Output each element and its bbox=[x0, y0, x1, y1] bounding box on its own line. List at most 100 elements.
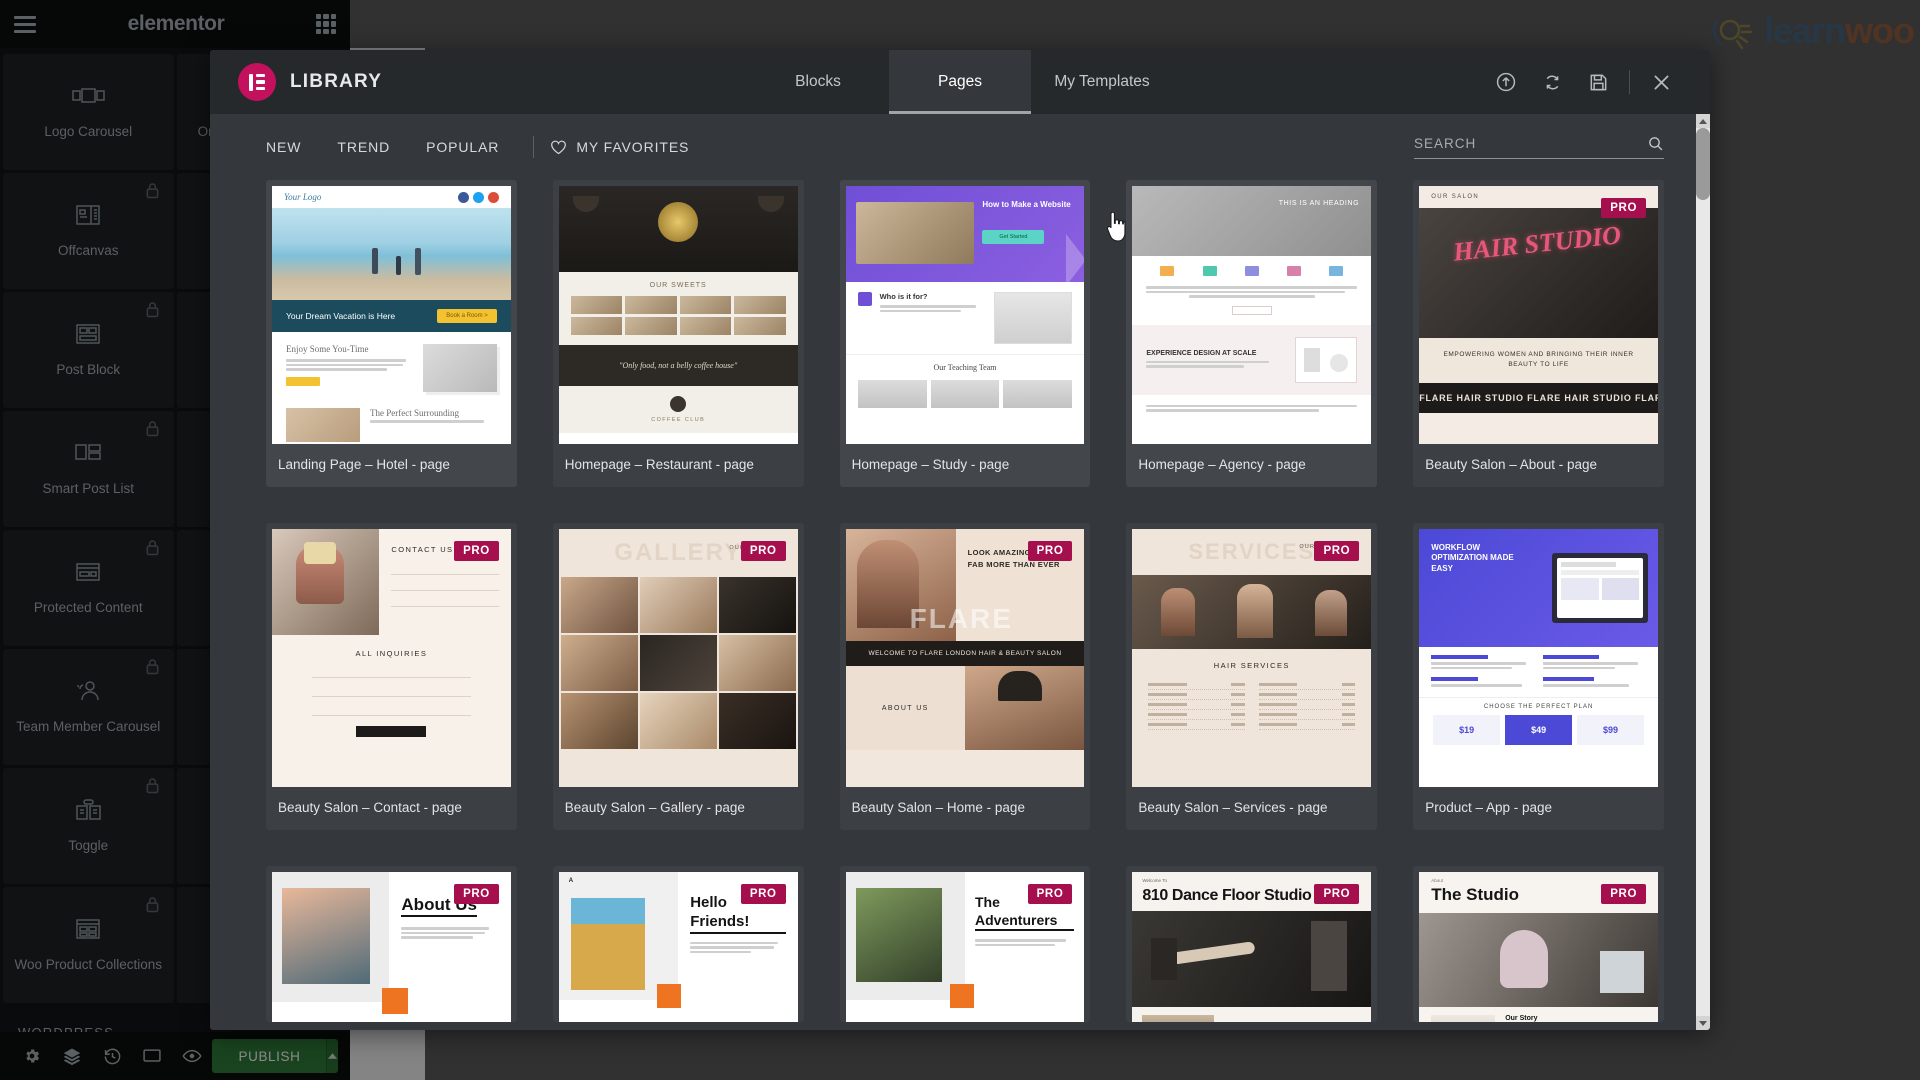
library-tabs: Blocks Pages My Templates bbox=[510, 50, 1410, 114]
library-filter-bar: NEW TREND POPULAR MY FAVORITES bbox=[210, 114, 1710, 180]
heart-icon bbox=[551, 140, 567, 155]
scroll-up-button[interactable] bbox=[1696, 114, 1710, 128]
pro-badge: PRO bbox=[740, 884, 786, 904]
search-input[interactable] bbox=[1414, 136, 1647, 151]
template-grid: Your Logo Your Dream Vacation is Here Bo… bbox=[266, 180, 1664, 1022]
pro-badge: PRO bbox=[1027, 541, 1073, 561]
template-label: Beauty Salon – Contact - page bbox=[278, 800, 462, 815]
library-header: LIBRARY Blocks Pages My Templates bbox=[210, 50, 1710, 114]
template-card[interactable]: PRO SERVICES OUR SERVICES HAIR SERVICES bbox=[1126, 523, 1378, 830]
save-floppy-icon bbox=[1590, 74, 1606, 90]
template-label: Homepage – Restaurant - page bbox=[564, 457, 754, 472]
sync-icon bbox=[1546, 75, 1558, 89]
template-thumbnail[interactable]: OUR SWEETS "Only food, not a belly coffe… bbox=[558, 186, 798, 444]
library-body: NEWTRENDPOPULAR MY FAVORITES Your Logo bbox=[210, 114, 1710, 1030]
template-thumbnail[interactable]: PRO LOOK AMAZING & FEEL FAB MORE THAN EV… bbox=[845, 529, 1085, 787]
template-card[interactable]: PRO CONTACT US ALL INQUIRIES Beauty Salo… bbox=[266, 523, 517, 830]
template-card[interactable]: PRO A Hello Friends! bbox=[552, 866, 804, 1022]
tab-label: Blocks bbox=[795, 73, 841, 90]
template-label: Product – App - page bbox=[1425, 800, 1553, 815]
pro-badge: PRO bbox=[1027, 884, 1073, 904]
template-card[interactable]: WORKFLOW OPTIMIZATION MADE EASY CHOOSE T… bbox=[1413, 523, 1664, 830]
close-modal-button[interactable] bbox=[1638, 50, 1684, 114]
template-library-modal: LIBRARY Blocks Pages My Templates NEW TREND… bbox=[210, 50, 1710, 1030]
scrollbar-thumb[interactable] bbox=[1696, 128, 1710, 200]
template-card[interactable]: PRO Welcome To 810 Dance Floor Studio Th… bbox=[1126, 866, 1378, 1022]
template-label: Homepage – Study - page bbox=[851, 457, 1010, 472]
tab-pages[interactable]: Pages bbox=[889, 50, 1031, 114]
template-card[interactable]: How to Make a Website Get Started Who is… bbox=[839, 180, 1091, 487]
filter-divider bbox=[533, 136, 535, 158]
close-x-icon bbox=[1654, 75, 1668, 89]
template-thumbnail[interactable]: PRO A Hello Friends! bbox=[558, 872, 798, 1022]
my-favorites-label: MY FAVORITES bbox=[576, 139, 690, 155]
template-label: Homepage – Agency - page bbox=[1138, 457, 1306, 472]
my-favorites-filter[interactable]: MY FAVORITES bbox=[550, 139, 689, 155]
template-label: Beauty Salon – Services - page bbox=[1138, 800, 1328, 815]
template-preview: CONTACT US ALL INQUIRIES bbox=[272, 529, 511, 787]
scrollbar-track[interactable] bbox=[1696, 128, 1710, 1016]
tab-blocks[interactable]: Blocks bbox=[747, 50, 889, 114]
template-card[interactable]: PRO The Adventurers bbox=[839, 866, 1091, 1022]
filter-trend[interactable]: TREND bbox=[319, 139, 408, 155]
template-label: Beauty Salon – Gallery - page bbox=[564, 800, 745, 815]
template-preview: WORKFLOW OPTIMIZATION MADE EASY CHOOSE T… bbox=[1419, 529, 1658, 787]
template-thumbnail[interactable]: THIS IS AN HEADING EXPERIENCE DESIGN AT … bbox=[1132, 186, 1372, 444]
upload-circle-icon bbox=[1496, 72, 1516, 92]
tab-label: Pages bbox=[938, 73, 982, 90]
header-divider bbox=[1629, 70, 1630, 94]
filter-new[interactable]: NEW bbox=[266, 139, 319, 155]
pro-badge: PRO bbox=[1601, 198, 1646, 218]
template-thumbnail[interactable]: PRO GALLERY OUR GALLERY bbox=[558, 529, 798, 787]
sync-library-button[interactable] bbox=[1529, 50, 1575, 114]
template-label: Landing Page – Hotel - page bbox=[278, 457, 450, 472]
template-label: Beauty Salon – About - page bbox=[1425, 457, 1598, 472]
template-card[interactable]: PRO OUR SALON HAIR STUDIO EMPOWERING WOM… bbox=[1413, 180, 1664, 487]
template-card[interactable]: PRO About Us How it all began bbox=[266, 866, 517, 1022]
tab-label: My Templates bbox=[1054, 73, 1150, 90]
filter-group: NEW TREND POPULAR bbox=[266, 139, 517, 155]
library-header-actions bbox=[1410, 50, 1710, 114]
template-thumbnail[interactable]: PRO About The Studio Our Story bbox=[1419, 872, 1658, 1022]
template-preview: LOOK AMAZING & FEEL FAB MORE THAN EVER F… bbox=[845, 529, 1085, 787]
template-preview: OUR SALON HAIR STUDIO EMPOWERING WOMEN A… bbox=[1419, 186, 1658, 444]
template-preview: GALLERY OUR GALLERY bbox=[558, 529, 798, 787]
template-preview: SERVICES OUR SERVICES HAIR SERVICES bbox=[1132, 529, 1372, 787]
template-thumbnail[interactable]: PRO Welcome To 810 Dance Floor Studio Th… bbox=[1132, 872, 1372, 1022]
scroll-down-button[interactable] bbox=[1696, 1016, 1710, 1030]
template-preview: THIS IS AN HEADING EXPERIENCE DESIGN AT … bbox=[1132, 186, 1372, 444]
template-thumbnail[interactable]: How to Make a Website Get Started Who is… bbox=[845, 186, 1085, 444]
template-card[interactable]: Your Logo Your Dream Vacation is Here Bo… bbox=[266, 180, 517, 487]
template-thumbnail[interactable]: PRO CONTACT US ALL INQUIRIES bbox=[272, 529, 511, 787]
template-thumbnail[interactable]: PRO SERVICES OUR SERVICES HAIR SERVICES bbox=[1132, 529, 1372, 787]
template-card[interactable]: OUR SWEETS "Only food, not a belly coffe… bbox=[552, 180, 804, 487]
library-scrollbar[interactable] bbox=[1696, 114, 1710, 1030]
pro-badge: PRO bbox=[1601, 884, 1646, 904]
template-card[interactable]: THIS IS AN HEADING EXPERIENCE DESIGN AT … bbox=[1126, 180, 1378, 487]
library-content: NEWTRENDPOPULAR MY FAVORITES Your Logo bbox=[210, 114, 1710, 1030]
tab-my-templates[interactable]: My Templates bbox=[1031, 50, 1173, 114]
save-template-button[interactable] bbox=[1575, 50, 1621, 114]
template-thumbnail[interactable]: PRO OUR SALON HAIR STUDIO EMPOWERING WOM… bbox=[1419, 186, 1658, 444]
template-card[interactable]: PRO GALLERY OUR GALLERY Beauty Salon – G… bbox=[552, 523, 804, 830]
template-thumbnail[interactable]: WORKFLOW OPTIMIZATION MADE EASY CHOOSE T… bbox=[1419, 529, 1658, 787]
library-brand: LIBRARY bbox=[210, 50, 510, 114]
pro-badge: PRO bbox=[1314, 884, 1360, 904]
template-preview: How to Make a Website Get Started Who is… bbox=[845, 186, 1085, 444]
filter-popular[interactable]: POPULAR bbox=[408, 139, 517, 155]
template-card[interactable]: PRO LOOK AMAZING & FEEL FAB MORE THAN EV… bbox=[839, 523, 1091, 830]
pro-badge: PRO bbox=[740, 541, 786, 561]
search-box[interactable] bbox=[1414, 135, 1664, 159]
template-thumbnail[interactable]: Your Logo Your Dream Vacation is Here Bo… bbox=[272, 186, 511, 444]
template-preview: OUR SWEETS "Only food, not a belly coffe… bbox=[558, 186, 798, 444]
pro-badge: PRO bbox=[1314, 541, 1360, 561]
template-grid-scroll[interactable]: Your Logo Your Dream Vacation is Here Bo… bbox=[210, 180, 1710, 1030]
template-card[interactable]: PRO About The Studio Our Story bbox=[1413, 866, 1664, 1022]
pro-badge: PRO bbox=[454, 541, 499, 561]
search-icon[interactable] bbox=[1647, 135, 1664, 152]
template-thumbnail[interactable]: PRO The Adventurers bbox=[845, 872, 1085, 1022]
import-template-button[interactable] bbox=[1483, 50, 1529, 114]
template-preview: Your Logo Your Dream Vacation is Here Bo… bbox=[272, 186, 511, 444]
template-thumbnail[interactable]: PRO About Us How it all began bbox=[272, 872, 511, 1022]
pro-badge: PRO bbox=[454, 884, 499, 904]
